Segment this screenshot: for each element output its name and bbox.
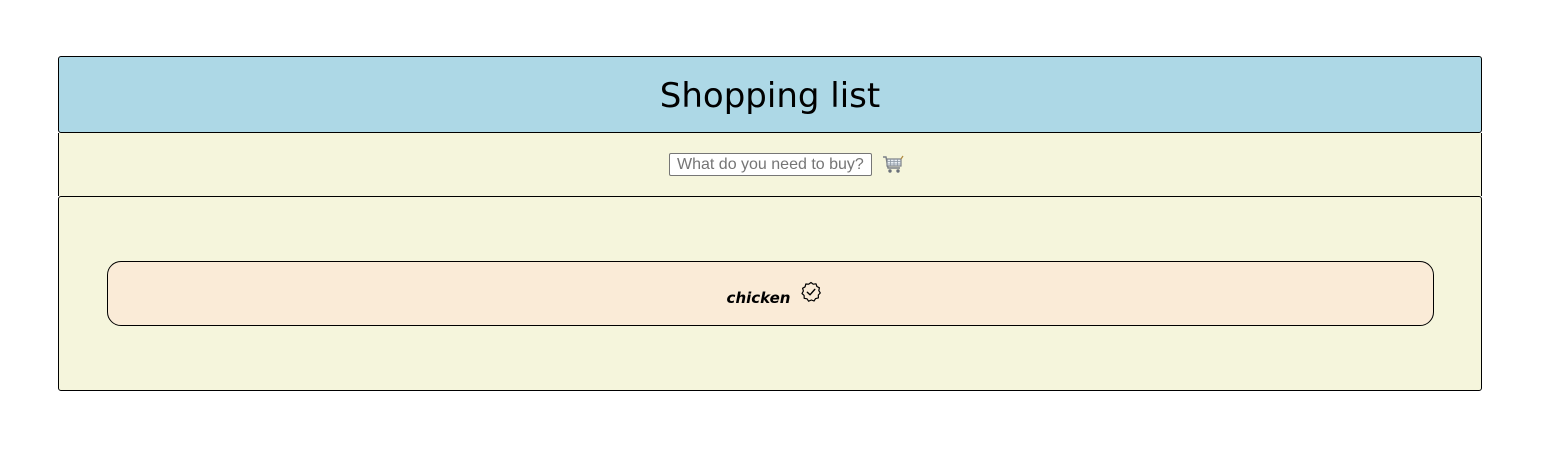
item-label: chicken	[726, 288, 791, 307]
list-panel: chicken	[58, 196, 1482, 391]
add-item-button[interactable]	[881, 153, 905, 177]
entry-bar	[58, 133, 1482, 196]
item-input[interactable]	[669, 153, 872, 176]
page-title: Shopping list	[659, 75, 881, 116]
check-badge-icon	[801, 281, 822, 302]
list-item: chicken	[107, 261, 1434, 326]
mark-bought-button[interactable]	[800, 281, 822, 303]
shopping-cart-icon	[883, 155, 904, 173]
header: Shopping list	[58, 56, 1482, 133]
shopping-list-app: Shopping list chicken	[58, 56, 1482, 391]
